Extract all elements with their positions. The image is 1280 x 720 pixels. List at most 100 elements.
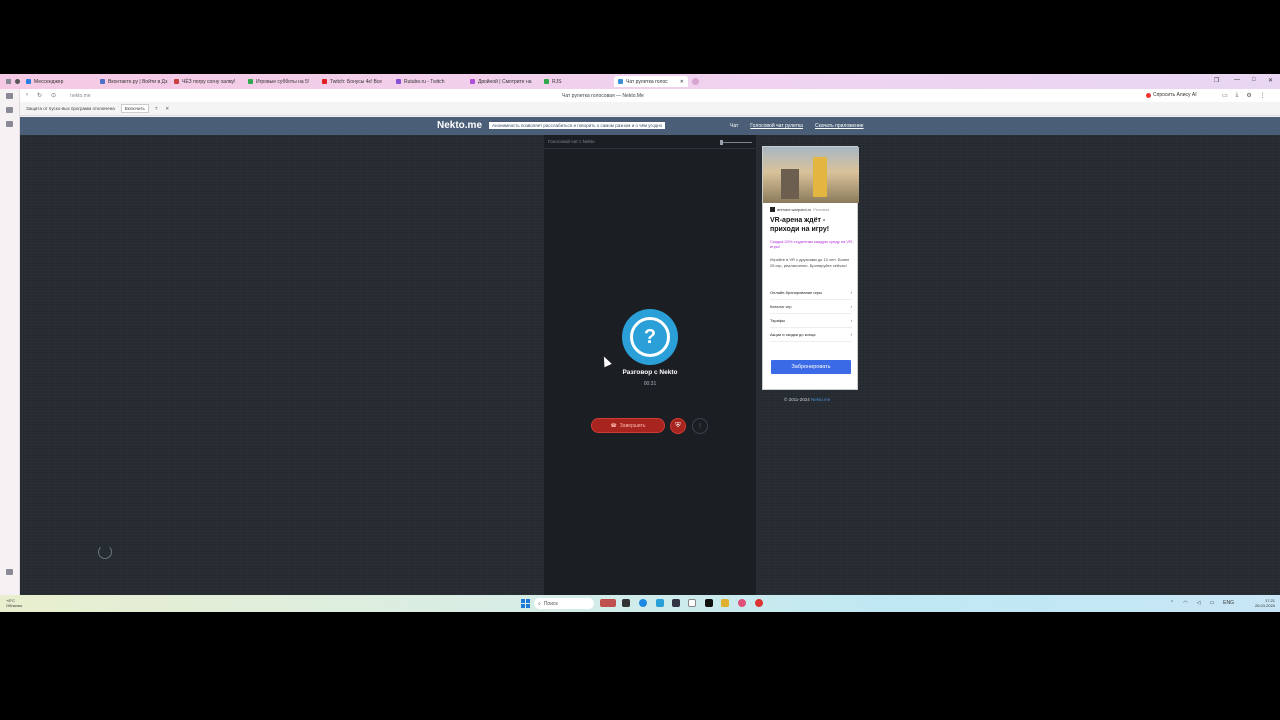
taskbar-app-yandex-icon[interactable] <box>688 599 696 607</box>
ask-alice-button[interactable]: Спросить Алису AI <box>1146 92 1197 98</box>
start-button[interactable] <box>521 599 530 608</box>
ad-image-figure <box>781 169 799 199</box>
tab-favicon-icon <box>174 79 179 84</box>
chevron-up-icon[interactable]: ⌃ <box>1170 600 1174 606</box>
partner-avatar: ? <box>622 309 678 365</box>
weather-widget[interactable]: +8°C Облачно <box>6 598 22 608</box>
new-tab-icon[interactable] <box>692 78 699 85</box>
browser-tab[interactable]: Игровые субботы на 5! <box>244 76 318 87</box>
battery-icon[interactable]: ▭ <box>1209 600 1214 606</box>
nav-chat[interactable]: Чат <box>730 123 738 129</box>
site-header: Nekto.me Анонимность позволяет расслабит… <box>20 117 1280 135</box>
copyright-link[interactable]: Nekto.me <box>811 397 830 402</box>
taskbar-app-game-icon[interactable] <box>600 599 616 607</box>
tab-favicon-icon <box>618 79 623 84</box>
ad-label: Реклама <box>813 207 830 212</box>
taskbar: +8°C Облачно ⌕ Поиск ⌃ ◠ ◁ ▭ ENG 17:21 2… <box>0 595 1280 612</box>
nav-download-app[interactable]: Скачать приложение <box>815 123 864 129</box>
browser-tab[interactable]: ЧЁЗ погру согну халву! <box>170 76 244 87</box>
ad-link[interactable]: Акции и скидки до конца › <box>770 328 852 342</box>
nav-voice-chat[interactable]: Голосовой чат рулетка <box>750 123 803 129</box>
bookmarks-icon[interactable]: ▭ <box>1222 92 1228 99</box>
ad-link[interactable]: Онлайн-бронирование игры › <box>770 286 852 300</box>
phone-hangup-icon: ☎ <box>610 422 617 429</box>
keyboard-language[interactable]: ENG <box>1223 600 1234 606</box>
sidebar-bookmarks-icon[interactable] <box>6 121 13 127</box>
browser-sidebar <box>0 89 20 595</box>
back-icon[interactable]: ‹ <box>26 92 28 99</box>
restore-icon[interactable]: ❐ <box>1214 77 1219 84</box>
ask-alice-label: Спросить Алису AI <box>1153 92 1197 98</box>
browser-tab[interactable]: Двойной | Смотрите на <box>466 76 540 87</box>
browser-tab[interactable]: Twitch: Бонусы 4к! Все <box>318 76 392 87</box>
url-input[interactable]: nekto.me <box>70 93 91 99</box>
tab-close-icon[interactable]: ✕ <box>680 79 684 85</box>
reload-icon[interactable]: ↻ <box>37 92 42 99</box>
tab-list: Мессенджер Вконтакте.ру | Войти в Дз ЧЁЗ п… <box>22 76 688 87</box>
info-button[interactable]: ! <box>692 418 708 434</box>
help-icon[interactable]: ? <box>155 106 158 111</box>
sidebar-history-icon[interactable] <box>6 107 13 113</box>
advertisement[interactable]: arenavr.warpoint.ru Реклама VR-арена ждё… <box>762 146 859 390</box>
site-logo[interactable]: Nekto.me <box>437 120 482 131</box>
browser-tab[interactable]: RJS <box>540 76 614 87</box>
ad-title[interactable]: VR-арена ждёт - приходи на игру! <box>770 217 854 234</box>
volume-slider[interactable] <box>720 142 752 143</box>
taskbar-app-explorer-icon[interactable] <box>656 599 664 607</box>
ad-source-icon <box>770 207 775 212</box>
sidebar-tab-icon[interactable] <box>6 93 13 99</box>
taskbar-app-store-icon[interactable] <box>672 599 680 607</box>
star-icon[interactable] <box>15 79 20 84</box>
extensions-icon[interactable]: ⚙ <box>1246 92 1251 99</box>
system-tray: ⌃ ◠ ◁ ▭ ENG <box>1170 600 1234 606</box>
network-icon[interactable]: ◠ <box>1183 600 1187 606</box>
browser-tab[interactable]: Мессенджер <box>22 76 96 87</box>
browser-tab[interactable]: Вконтакте.ру | Войти в Дз <box>96 76 170 87</box>
ad-link[interactable]: Каталог игр › <box>770 300 852 314</box>
ad-link[interactable]: Тарифы › <box>770 314 852 328</box>
ad-source-domain[interactable]: arenavr.warpoint.ru <box>777 207 811 212</box>
notification-enable-button[interactable]: Включить <box>120 104 149 113</box>
menu-icon[interactable] <box>6 79 11 84</box>
partner-name: Разговор с Nekto <box>622 369 678 376</box>
tab-label: Мессенджер <box>34 78 64 85</box>
browser-tab[interactable]: Чат рулетка голос ✕ <box>614 76 688 87</box>
taskbar-app-folder-icon[interactable] <box>721 599 729 607</box>
browser-tab-strip: Мессенджер Вконтакте.ру | Войти в Дз ЧЁЗ п… <box>0 74 1280 89</box>
ad-link-label: Каталог игр <box>770 304 792 309</box>
end-call-button[interactable]: ☎ Завершить <box>591 418 665 433</box>
info-icon: ! <box>699 422 701 430</box>
ad-cta-button[interactable]: Забронировать <box>771 360 851 374</box>
ad-image[interactable] <box>763 147 859 203</box>
promo-banner: Анонимность позволяет расслабиться и гов… <box>489 122 666 129</box>
taskbar-search-placeholder: Поиск <box>543 600 558 607</box>
ad-link-label: Онлайн-бронирование игры <box>770 290 823 295</box>
chevron-right-icon: › <box>850 290 852 295</box>
maximize-icon[interactable]: □ <box>1252 77 1256 83</box>
page-title: Чат рулетка голосовая — Nekto.Me <box>562 93 644 99</box>
sidebar-settings-icon[interactable] <box>6 569 13 575</box>
dismiss-icon[interactable]: ✕ <box>165 106 169 112</box>
more-icon[interactable]: ⋮ <box>1260 92 1266 99</box>
taskbar-search[interactable]: ⌕ Поиск <box>534 598 594 609</box>
browser-tab[interactable]: Rutube.ru - Twitch <box>392 76 466 87</box>
notification-bar: Защита от пуско-вых программ отключена В… <box>0 102 1280 116</box>
chevron-right-icon: › <box>850 304 852 309</box>
volume-knob[interactable] <box>720 140 723 145</box>
tab-label: Игровые субботы на 5! <box>256 78 310 85</box>
volume-icon[interactable]: ◁ <box>1197 600 1201 606</box>
call-timer: 00:31 <box>643 381 657 387</box>
weather-text: Облачно <box>6 603 23 608</box>
taskbar-app-terminal-icon[interactable] <box>705 599 713 607</box>
tab-label: Twitch: Бонусы 4к! Все <box>330 78 383 85</box>
taskbar-app-taskview-icon[interactable] <box>622 599 630 607</box>
taskbar-app-media-icon[interactable] <box>755 599 763 607</box>
report-button[interactable]: ⛨ <box>670 418 686 434</box>
taskbar-app-browser-icon[interactable] <box>738 599 746 607</box>
tab-favicon-icon <box>248 79 253 84</box>
minimize-icon[interactable]: — <box>1234 77 1240 83</box>
close-icon[interactable]: ✕ <box>1268 77 1273 84</box>
downloads-icon[interactable]: ⤓ <box>1236 92 1239 99</box>
taskbar-app-edge-icon[interactable] <box>639 599 647 607</box>
clock[interactable]: 17:21 26.03.2024 <box>1255 598 1275 608</box>
